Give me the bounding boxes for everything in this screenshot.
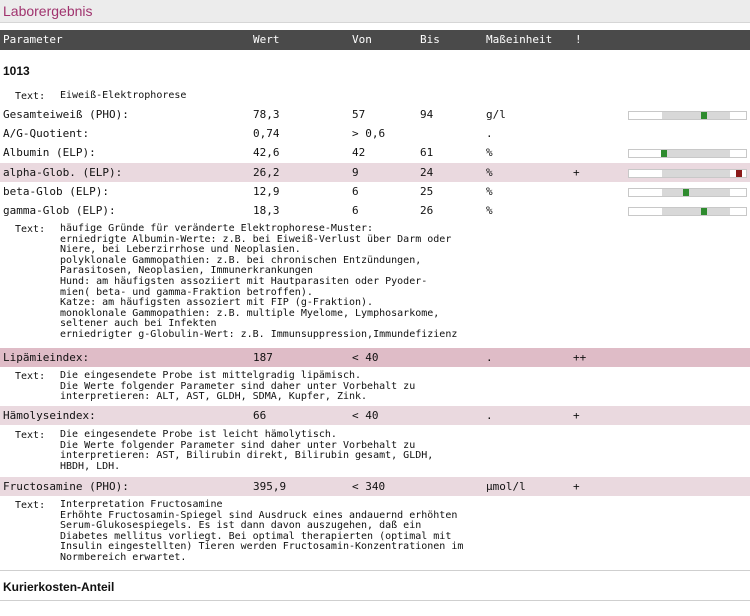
param-unit: . [486, 127, 493, 140]
text-label: Text: [15, 224, 46, 235]
param-value: 187 [253, 351, 273, 364]
section-title: 1013 [3, 64, 30, 78]
param-name: beta-Glob (ELP): [3, 185, 109, 198]
reference-range [662, 189, 730, 196]
divider [0, 600, 750, 601]
param-max: 94 [420, 108, 434, 121]
range-bar [628, 111, 747, 120]
section-title: Kurierkosten-Anteil [3, 580, 115, 594]
table-header: Parameter Wert Von Bis Maßeinheit ! [0, 30, 750, 50]
param-min: < 40 [352, 409, 379, 422]
table-row: gamma-Glob (ELP): 18,3 6 26 % [0, 201, 750, 220]
value-marker [701, 112, 708, 119]
intro-text: Eiweiß-Elektrophorese [60, 90, 187, 101]
param-min: > 0,6 [352, 127, 386, 140]
param-unit: % [486, 166, 493, 179]
text-label: Text: [15, 430, 46, 441]
table-row: Hämolyseindex: 66 < 40 . + [0, 406, 750, 425]
haemolyse-text: Die eingesendete Probe ist leicht hämoly… [60, 429, 434, 472]
range-bar [628, 149, 747, 158]
param-name: Fructosamine (PHO): [3, 480, 129, 493]
param-name: alpha-Glob. (ELP): [3, 166, 123, 179]
param-name: A/G-Quotient: [3, 127, 90, 140]
range-bar [628, 188, 747, 197]
param-name: gamma-Glob (ELP): [3, 204, 116, 217]
col-parameter: Parameter [3, 33, 63, 46]
param-min: < 40 [352, 351, 379, 364]
col-wert: Wert [253, 33, 280, 46]
param-min: 6 [352, 185, 359, 198]
param-max: 25 [420, 185, 434, 198]
table-row: alpha-Glob. (ELP): 26,2 9 24 % + [0, 163, 750, 182]
col-von: Von [352, 33, 372, 46]
param-unit: % [486, 146, 493, 159]
text-label: Text: [15, 91, 46, 102]
table-row: Fructosamine (PHO): 395,9 < 340 µmol/l + [0, 477, 750, 496]
param-min: 6 [352, 204, 359, 217]
param-name: Lipämieindex: [3, 351, 90, 364]
value-marker [735, 170, 742, 177]
param-unit: g/l [486, 108, 506, 121]
table-row: Albumin (ELP): 42,6 42 61 % [0, 143, 750, 162]
param-flag: + [573, 409, 580, 422]
param-name: Albumin (ELP): [3, 146, 96, 159]
param-max: 24 [420, 166, 434, 179]
lipaemie-text: Die eingesendete Probe ist mittelgradig … [60, 370, 416, 403]
divider [0, 570, 750, 571]
param-unit: % [486, 204, 493, 217]
col-bis: Bis [420, 33, 440, 46]
reference-range [662, 170, 730, 177]
reference-range [662, 150, 730, 157]
value-marker [661, 150, 668, 157]
param-unit: % [486, 185, 493, 198]
param-value: 66 [253, 409, 267, 422]
col-flag: ! [575, 33, 582, 46]
param-unit: µmol/l [486, 480, 526, 493]
param-value: 0,74 [253, 127, 280, 140]
param-max: 61 [420, 146, 434, 159]
param-unit: . [486, 351, 493, 364]
param-min: 9 [352, 166, 359, 179]
param-value: 78,3 [253, 108, 280, 121]
param-name: Hämolyseindex: [3, 409, 96, 422]
param-flag: + [573, 166, 580, 179]
param-min: < 340 [352, 480, 386, 493]
table-row: beta-Glob (ELP): 12,9 6 25 % [0, 182, 750, 201]
param-min: 42 [352, 146, 366, 159]
reference-range [662, 112, 730, 119]
value-marker [683, 189, 690, 196]
param-flag: ++ [573, 351, 587, 364]
param-value: 18,3 [253, 204, 280, 217]
table-row: Lipämieindex: 187 < 40 . ++ [0, 348, 750, 367]
text-label: Text: [15, 371, 46, 382]
param-flag: + [573, 480, 580, 493]
param-max: 26 [420, 204, 434, 217]
param-value: 12,9 [253, 185, 280, 198]
range-bar [628, 169, 747, 178]
param-value: 395,9 [253, 480, 287, 493]
param-value: 42,6 [253, 146, 280, 159]
col-masseinheit: Maßeinheit [486, 33, 553, 46]
table-row: Gesamteiweiß (PHO): 78,3 57 94 g/l [0, 105, 750, 124]
reference-range [662, 208, 730, 215]
param-name: Gesamteiweiß (PHO): [3, 108, 129, 121]
text-label: Text: [15, 500, 46, 511]
range-bar [628, 207, 747, 216]
param-value: 26,2 [253, 166, 280, 179]
value-marker [701, 208, 708, 215]
window-titlebar: Laborergebnis [0, 0, 750, 23]
param-min: 57 [352, 108, 366, 121]
elektrophorese-text: häufige Gründe für veränderte Elektropho… [60, 223, 458, 340]
window-title: Laborergebnis [3, 3, 93, 19]
table-row: A/G-Quotient: 0,74 > 0,6 . [0, 124, 750, 143]
param-unit: . [486, 409, 493, 422]
fructosamine-text: Interpretation Fructosamine Erhöhte Fruc… [60, 499, 464, 563]
